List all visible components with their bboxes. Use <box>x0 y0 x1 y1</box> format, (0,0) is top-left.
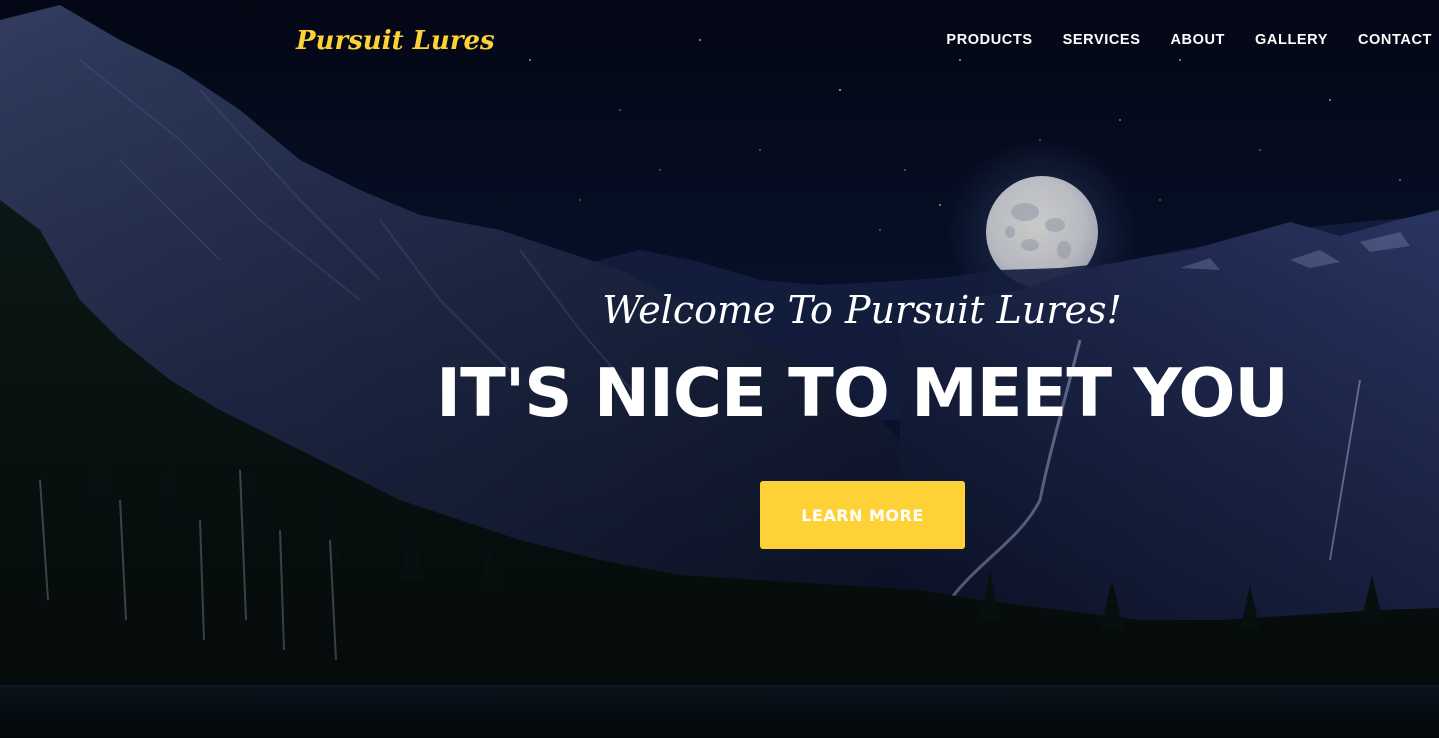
top-navbar: Pursuit Lures PRODUCTS SERVICES ABOUT GA… <box>0 0 1439 82</box>
hero-section: Pursuit Lures PRODUCTS SERVICES ABOUT GA… <box>0 0 1439 738</box>
nav-item-services: SERVICES <box>1033 30 1141 50</box>
nav-link-products[interactable]: PRODUCTS <box>916 30 1032 50</box>
nav-item-products: PRODUCTS <box>916 30 1032 50</box>
nav-link-gallery[interactable]: GALLERY <box>1225 30 1328 50</box>
learn-more-button[interactable]: LEARN MORE <box>760 481 965 549</box>
brand-logo-link[interactable]: Pursuit Lures <box>296 24 495 58</box>
nav-link-services[interactable]: SERVICES <box>1033 30 1141 50</box>
nav-item-contact: CONTACT <box>1328 30 1432 50</box>
nav-link-contact[interactable]: CONTACT <box>1328 30 1432 50</box>
nav-item-about: ABOUT <box>1140 30 1225 50</box>
hero-heading: IT'S NICE TO MEET YOU <box>436 354 1289 432</box>
nav-link-about[interactable]: ABOUT <box>1140 30 1225 50</box>
nav-item-gallery: GALLERY <box>1225 30 1328 50</box>
hero-lead-in: Welcome To Pursuit Lures! <box>602 288 1122 332</box>
nav-menu: PRODUCTS SERVICES ABOUT GALLERY CONTACT <box>916 30 1432 50</box>
hero-intro: Welcome To Pursuit Lures! IT'S NICE TO M… <box>400 280 1324 428</box>
